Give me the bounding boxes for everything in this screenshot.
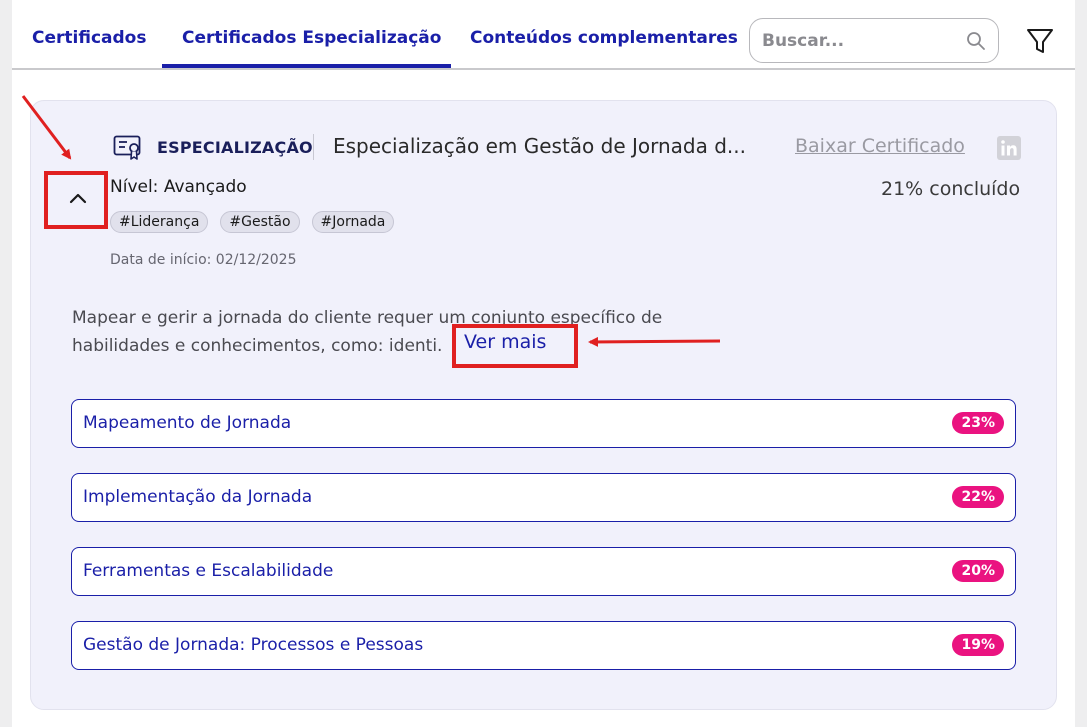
- search-icon[interactable]: [966, 31, 986, 51]
- search-input[interactable]: [762, 29, 957, 53]
- tab-certificados-especializacao[interactable]: Certificados Especialização: [182, 28, 441, 48]
- module-name: Ferramentas e Escalabilidade: [83, 561, 334, 581]
- tab-certificados[interactable]: Certificados: [32, 28, 146, 48]
- download-certificate-link[interactable]: Baixar Certificado: [795, 135, 965, 157]
- tag[interactable]: #Gestão: [220, 211, 300, 233]
- progress-text: 21% concluído: [881, 178, 1021, 200]
- start-date: Data de início: 02/12/2025: [110, 252, 297, 268]
- divider: [313, 134, 314, 160]
- module-name: Mapeamento de Jornada: [83, 413, 292, 433]
- module-item[interactable]: Gestão de Jornada: Processos e Pessoas 1…: [71, 621, 1016, 670]
- search-box: [749, 18, 999, 63]
- specialization-card: ESPECIALIZAÇÃO Especialização em Gestão …: [30, 100, 1057, 710]
- active-tab-indicator: [162, 64, 451, 68]
- card-title[interactable]: Especialização em Gestão de Jornada d...: [333, 134, 763, 158]
- module-progress-badge: 22%: [952, 486, 1004, 508]
- level-label: Nível: Avançado: [110, 177, 247, 197]
- certificate-icon: [113, 135, 141, 160]
- module-progress-badge: 19%: [952, 634, 1004, 656]
- module-item[interactable]: Implementação da Jornada 22%: [71, 473, 1016, 522]
- module-item[interactable]: Mapeamento de Jornada 23%: [71, 399, 1016, 448]
- module-name: Implementação da Jornada: [83, 487, 313, 507]
- tag[interactable]: #Jornada: [311, 211, 395, 233]
- type-label: ESPECIALIZAÇÃO: [157, 138, 313, 157]
- module-progress-badge: 23%: [952, 412, 1004, 434]
- annotation-highlight-box: [44, 171, 108, 229]
- tag-list: #Liderança #Gestão #Jornada: [110, 211, 395, 233]
- linkedin-icon[interactable]: [997, 136, 1021, 160]
- annotation-highlight-box: [452, 324, 578, 368]
- page: Certificados Certificados Especialização…: [12, 0, 1075, 727]
- module-item[interactable]: Ferramentas e Escalabilidade 20%: [71, 547, 1016, 596]
- module-progress-badge: 20%: [952, 560, 1004, 582]
- module-name: Gestão de Jornada: Processos e Pessoas: [83, 635, 424, 655]
- tab-conteudos-complementares[interactable]: Conteúdos complementares: [470, 28, 738, 48]
- tab-bar: Certificados Certificados Especialização…: [12, 0, 1075, 70]
- filter-icon[interactable]: [1025, 26, 1055, 56]
- tag[interactable]: #Liderança: [110, 211, 209, 233]
- description: Mapear e gerir a jornada do cliente requ…: [72, 308, 663, 356]
